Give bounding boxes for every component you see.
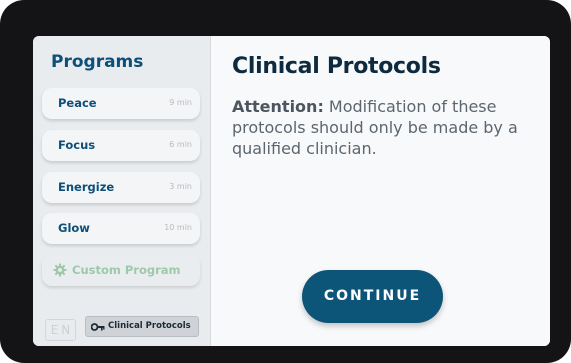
program-name: Peace [58, 96, 97, 110]
main-panel: Clinical Protocols Attention: Modificati… [211, 36, 550, 346]
language-toggle[interactable]: EN [45, 319, 76, 341]
key-icon [91, 323, 105, 331]
clinical-protocols-label: Clinical Protocols [108, 321, 191, 331]
program-name: Energize [58, 180, 115, 194]
program-name: Focus [58, 138, 96, 152]
program-duration: 3 min [169, 182, 192, 191]
sidebar: Programs Peace 9 min Focus 6 min Energiz… [33, 36, 211, 346]
clinical-protocols-button[interactable]: Clinical Protocols [85, 316, 199, 337]
custom-program-button[interactable]: Custom Program [42, 255, 200, 286]
program-name: Glow [58, 221, 90, 235]
page-title: Clinical Protocols [232, 54, 441, 79]
program-item-glow[interactable]: Glow 10 min [42, 213, 200, 244]
attention-label: Attention: [232, 97, 324, 116]
program-item-energize[interactable]: Energize 3 min [42, 172, 200, 203]
attention-message: Attention: Modification of these protoco… [232, 96, 537, 159]
program-duration: 9 min [169, 98, 192, 107]
sidebar-title: Programs [51, 52, 144, 72]
custom-program-label: Custom Program [72, 263, 181, 277]
program-item-peace[interactable]: Peace 9 min [42, 88, 200, 119]
gear-icon [53, 263, 67, 277]
device-frame: Programs Peace 9 min Focus 6 min Energiz… [0, 0, 571, 363]
continue-button[interactable]: CONTINUE [302, 270, 443, 323]
program-duration: 6 min [169, 140, 192, 149]
program-duration: 10 min [164, 223, 192, 232]
program-item-focus[interactable]: Focus 6 min [42, 130, 200, 161]
screen: Programs Peace 9 min Focus 6 min Energiz… [33, 36, 550, 346]
